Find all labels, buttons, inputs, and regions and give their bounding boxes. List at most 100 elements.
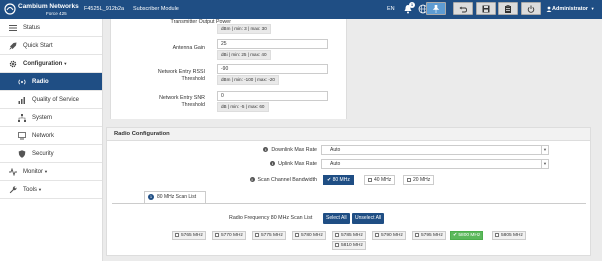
power-button[interactable] [521, 2, 541, 15]
sidebar-item-network[interactable]: Network [0, 127, 102, 145]
power-icon [527, 5, 535, 13]
sidebar: Status Quick Start Configuration ▼ Radio… [0, 19, 103, 261]
wrench-icon [9, 185, 17, 193]
checkbox-icon [335, 242, 339, 247]
frequency-label: 5805 MHz [501, 233, 523, 238]
scan-bandwidth-label: i Scan Channel Bandwidth [227, 177, 317, 183]
checkbox-icon [407, 177, 411, 182]
rssi-threshold-input[interactable]: -90 [217, 64, 328, 74]
antenna-gain-label: Antenna Gain [172, 45, 205, 51]
checkbox-icon [415, 232, 419, 237]
frequency-label: 5780 MHz [301, 233, 323, 238]
user-menu[interactable]: Administrator ▼ [552, 6, 595, 12]
checkbox-icon [295, 232, 299, 237]
frequency-label: 5800 MHz [458, 233, 481, 238]
frequency-label: 5765 MHz [181, 233, 203, 238]
chevron-down-icon: ▼ [541, 160, 548, 168]
undo-button[interactable] [453, 2, 473, 15]
panel-title: Radio Configuration [107, 128, 590, 141]
help-icon[interactable]: i [263, 147, 269, 152]
logo: Cambium Networks [4, 3, 79, 15]
radio-icon [18, 79, 26, 84]
chevron-down-icon: ▼ [63, 61, 68, 66]
bandwidth-80-button[interactable]: ✔ 80 MHz [323, 175, 354, 185]
tab-number-badge: 1 [148, 194, 154, 200]
downlink-max-rate-label: i Downlink Max Rate [243, 147, 317, 153]
downlink-max-rate-select[interactable]: Auto ▼ [321, 145, 549, 155]
uplink-max-rate-select[interactable]: Auto ▼ [321, 159, 549, 169]
frequency-5790-option[interactable]: 5790 MHz [372, 231, 406, 240]
frequency-label: 5790 MHz [381, 233, 403, 238]
tab-80-mhz-scan-list[interactable]: 1 80 MHz Scan List [144, 191, 206, 203]
tx-power-hint: dBm | min: 3 | max: 30 [217, 24, 271, 34]
antenna-gain-input[interactable]: 25 [217, 39, 328, 49]
sidebar-item-security[interactable]: Security [0, 145, 102, 163]
frequency-5775-option[interactable]: 5775 MHz [252, 231, 286, 240]
rocket-icon [9, 42, 17, 50]
unselect-all-button[interactable]: Unselect All [352, 213, 385, 224]
frequency-5765-option[interactable]: 5765 MHz [172, 231, 206, 240]
cambium-logo-icon [4, 3, 16, 15]
help-icon[interactable]: i [270, 161, 276, 166]
checkbox-icon [255, 232, 259, 237]
sidebar-item-quality-of-service[interactable]: Quality of Service [0, 91, 102, 109]
frequency-5800-option[interactable]: ✔ 5800 MHz [450, 231, 484, 240]
checkbox-icon [368, 177, 372, 182]
pin-button[interactable] [426, 2, 446, 15]
sidebar-item-radio[interactable]: Radio [0, 73, 102, 91]
sidebar-item-status[interactable]: Status [0, 19, 102, 37]
sidebar-item-label: System [32, 114, 53, 121]
save-icon [482, 5, 490, 12]
brand-name: Cambium Networks [18, 3, 79, 10]
qos-icon [18, 96, 25, 104]
frequency-5810-option[interactable]: 5810 MHz [332, 241, 366, 250]
sidebar-item-label: Configuration [23, 60, 63, 67]
frequency-5795-option[interactable]: 5795 MHz [412, 231, 446, 240]
clipboard-icon [505, 4, 511, 13]
tab-label: 80 MHz Scan List [157, 194, 197, 200]
notification-badge: 1 [409, 2, 415, 8]
pulse-icon [9, 167, 17, 176]
help-icon[interactable]: i [249, 177, 255, 182]
frequency-5780-option[interactable]: 5780 MHz [292, 231, 326, 240]
rssi-threshold-label: Network Entry RSSI Threshold [131, 69, 205, 83]
chevron-down-icon: ▼ [44, 169, 48, 174]
chevron-down-icon: ▼ [590, 6, 595, 11]
frequency-label: 5770 MHz [221, 233, 243, 238]
sidebar-item-configuration[interactable]: Configuration ▼ [0, 55, 102, 73]
bandwidth-20-button[interactable]: 20 MHz [403, 175, 435, 185]
shield-icon [18, 149, 26, 158]
sidebar-item-system[interactable]: System [0, 109, 102, 127]
save-button[interactable] [476, 2, 496, 15]
bandwidth-option-label: 20 MHz [413, 177, 431, 183]
sidebar-item-label: Radio [32, 78, 49, 85]
sidebar-item-label: Monitor [23, 168, 44, 175]
sidebar-item-label: Security [32, 150, 54, 157]
device-name: F4525L_912b2a [84, 6, 125, 12]
frequency-label: 5810 MHz [341, 243, 363, 248]
clipboard-button[interactable] [498, 2, 518, 15]
top-bar: Cambium Networks Force 425 F4525L_912b2a… [0, 0, 602, 19]
scan-list-label: Radio Frequency 80 MHz Scan List [229, 215, 313, 221]
frequency-5805-option[interactable]: 5805 MHz [492, 231, 526, 240]
list-icon [9, 24, 17, 31]
checkbox-icon [215, 232, 219, 237]
language-selector[interactable]: EN [387, 6, 395, 12]
snr-threshold-input[interactable]: 0 [217, 91, 328, 101]
select-all-button[interactable]: Select All [323, 213, 350, 224]
check-icon: ✔ [453, 233, 458, 238]
sidebar-item-label: Quality of Service [32, 96, 80, 103]
sidebar-item-tools[interactable]: Tools ▼ [0, 181, 102, 199]
bandwidth-40-button[interactable]: 40 MHz [364, 175, 396, 185]
sidebar-item-quick-start[interactable]: Quick Start [0, 37, 102, 55]
frequency-5785-option[interactable]: 5785 MHz [332, 231, 366, 240]
pin-icon [432, 4, 440, 13]
uplink-label-text: Uplink Max Rate [278, 161, 317, 167]
sidebar-item-monitor[interactable]: Monitor ▼ [0, 163, 102, 181]
user-name: Administrator [552, 6, 589, 12]
checkbox-icon [175, 232, 179, 237]
module-name: Subscriber Module [133, 6, 179, 12]
antenna-gain-hint: dBi | min: 25 | max: 40 [217, 50, 271, 60]
snr-threshold-hint: dB | min: -5 | max: 60 [217, 102, 269, 112]
frequency-5770-option[interactable]: 5770 MHz [212, 231, 246, 240]
